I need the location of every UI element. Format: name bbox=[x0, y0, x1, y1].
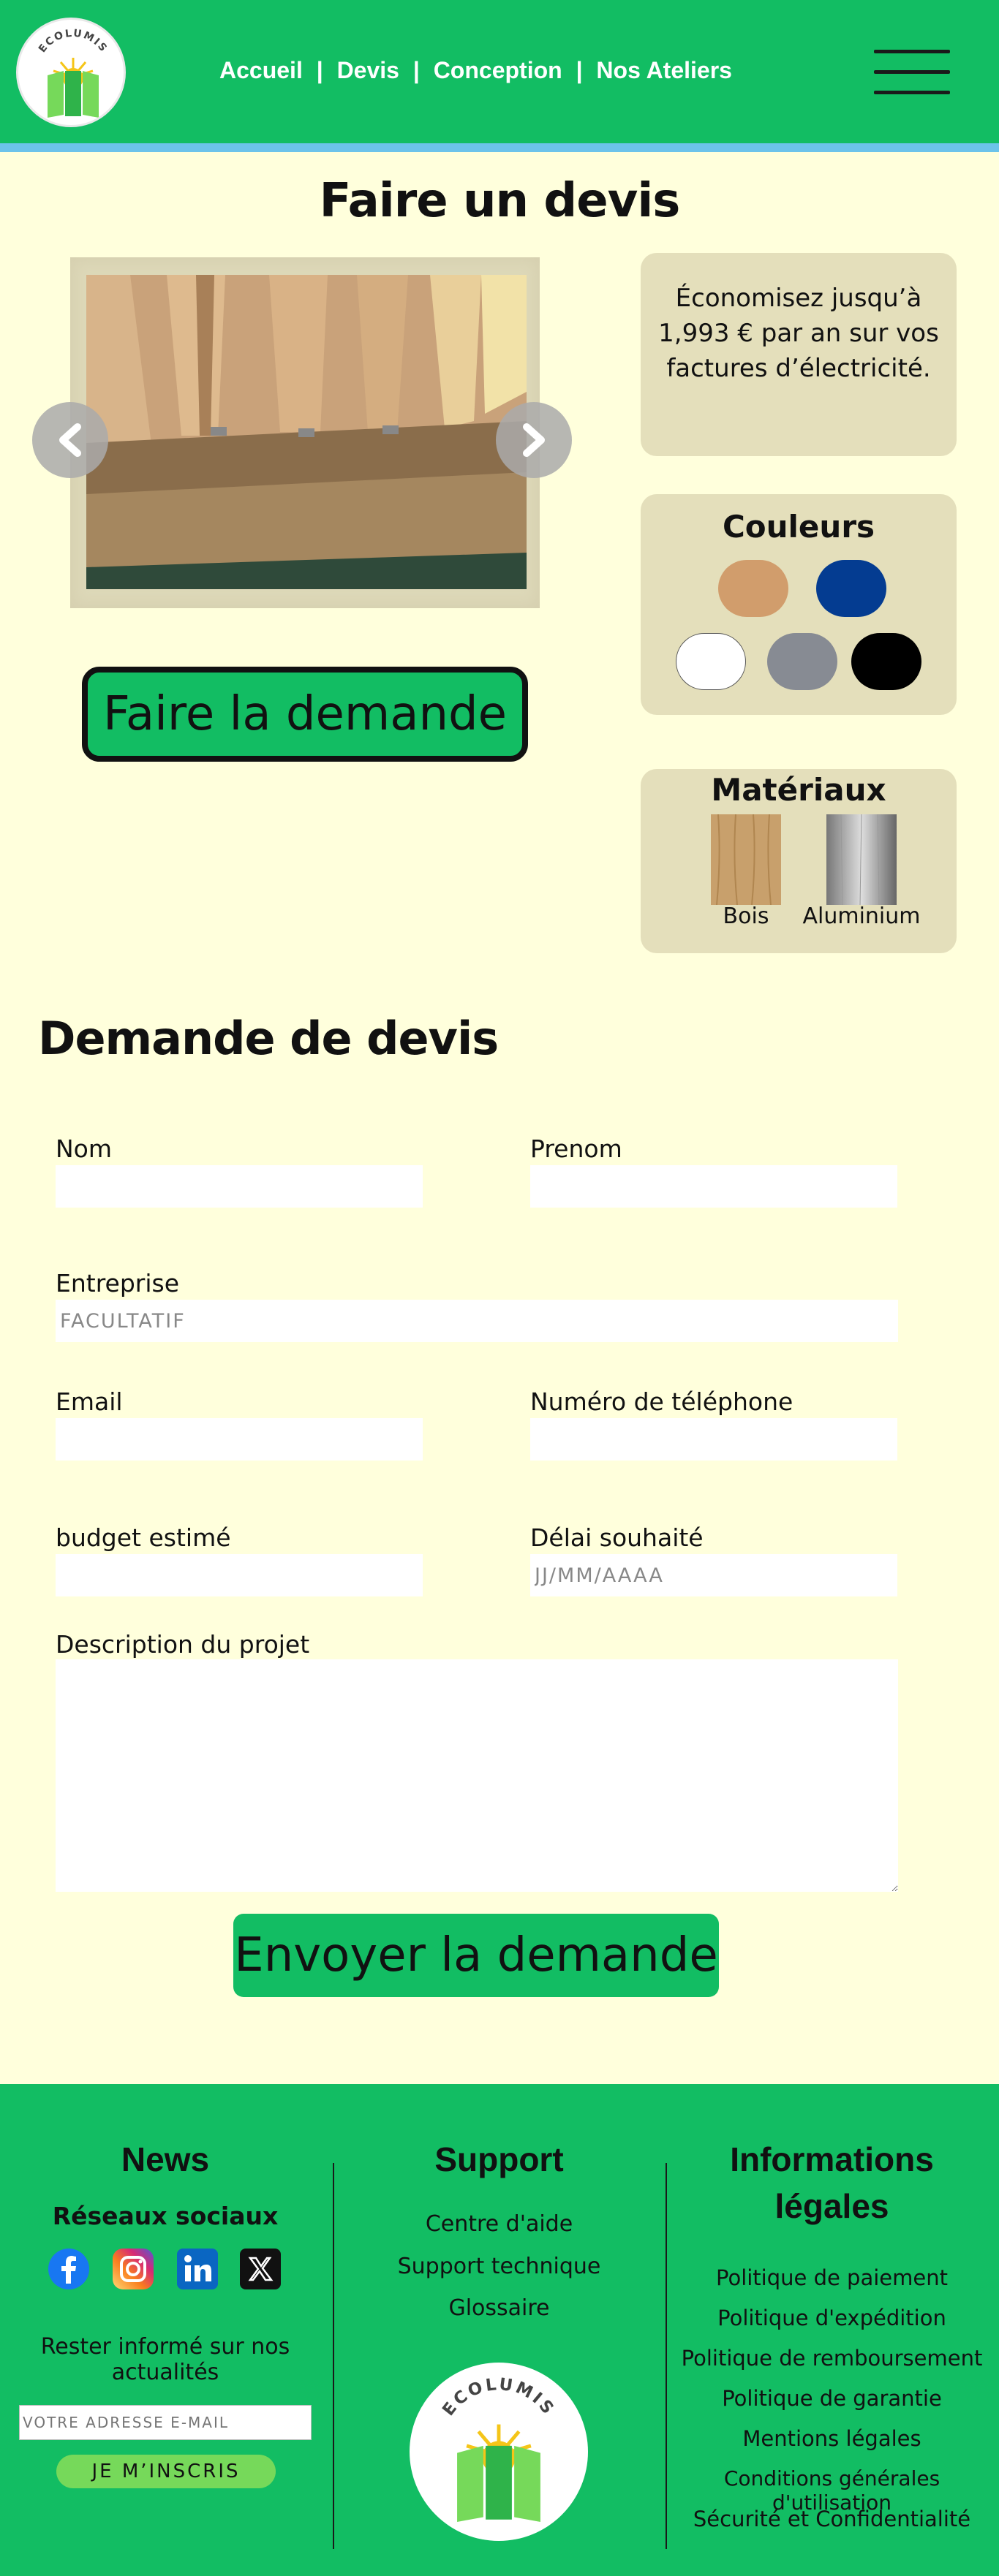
email-input[interactable] bbox=[56, 1418, 423, 1461]
telephone-label: Numéro de téléphone bbox=[530, 1387, 793, 1416]
entreprise-input[interactable] bbox=[56, 1300, 898, 1342]
prenom-input[interactable] bbox=[530, 1165, 897, 1208]
color-swatch-grey[interactable] bbox=[767, 633, 837, 690]
budget-label: budget estimé bbox=[56, 1523, 231, 1552]
legal-link-refund[interactable]: Politique de remboursement bbox=[669, 2346, 995, 2371]
main-nav: Accueil | Devis | Conception | Nos Ateli… bbox=[219, 57, 732, 84]
legal-link-warranty[interactable]: Politique de garantie bbox=[669, 2386, 995, 2411]
entreprise-label: Entreprise bbox=[56, 1269, 180, 1298]
legal-title-line1: Informations bbox=[730, 2140, 934, 2178]
linkedin-icon[interactable] bbox=[176, 2247, 219, 2291]
material-wood-image[interactable] bbox=[711, 814, 781, 906]
request-quote-button[interactable]: Faire la demande bbox=[82, 667, 528, 762]
nav-accueil[interactable]: Accueil bbox=[219, 57, 303, 83]
page-title: Faire un devis bbox=[319, 174, 681, 228]
footer-ecolumis-logo[interactable]: ECOLUMIS bbox=[410, 2363, 588, 2541]
nav-separator: | bbox=[576, 57, 583, 83]
carousel-prev-button[interactable] bbox=[32, 402, 108, 478]
ecolumis-logo[interactable]: ECOLUMIS bbox=[16, 18, 126, 127]
legal-link-security[interactable]: Sécurité et Confidentialité bbox=[669, 2507, 995, 2531]
legal-title-line2: légales bbox=[774, 2187, 889, 2225]
budget-input[interactable] bbox=[56, 1554, 423, 1596]
news-title: News bbox=[121, 2140, 210, 2178]
hamburger-menu-icon[interactable] bbox=[874, 50, 950, 95]
delai-label: Délai souhaité bbox=[530, 1523, 704, 1552]
legal-link-payment[interactable]: Politique de paiement bbox=[669, 2265, 995, 2290]
form-title: Demande de devis bbox=[38, 1012, 499, 1065]
header-stripe bbox=[0, 143, 999, 152]
instagram-icon[interactable] bbox=[111, 2247, 155, 2291]
svg-text:ECOLUMIS: ECOLUMIS bbox=[37, 28, 110, 55]
colors-title: Couleurs bbox=[722, 509, 875, 545]
newsletter-subscribe-button[interactable]: JE M’INSCRIS bbox=[56, 2455, 276, 2488]
material-aluminium-image[interactable] bbox=[826, 814, 897, 906]
savings-text: Économisez jusqu’à 1,993 € par an sur vo… bbox=[658, 284, 939, 383]
nav-devis[interactable]: Devis bbox=[337, 57, 399, 83]
social-title: Réseaux sociaux bbox=[52, 2202, 279, 2230]
savings-card: Économisez jusqu’à 1,993 € par an sur vo… bbox=[641, 253, 957, 456]
color-swatch-blue[interactable] bbox=[816, 560, 886, 617]
nav-conception[interactable]: Conception bbox=[434, 57, 562, 83]
svg-text:ECOLUMIS: ECOLUMIS bbox=[439, 2375, 559, 2420]
newsletter-email-input[interactable] bbox=[19, 2405, 312, 2440]
color-swatch-black[interactable] bbox=[851, 633, 921, 690]
footer-divider bbox=[333, 2163, 334, 2549]
delai-input[interactable] bbox=[530, 1554, 897, 1596]
submit-button[interactable]: Envoyer la demande bbox=[233, 1914, 719, 1997]
materials-title: Matériaux bbox=[711, 772, 886, 808]
chevron-right-icon bbox=[523, 423, 545, 457]
support-title: Support bbox=[434, 2140, 564, 2178]
colors-card: Couleurs bbox=[641, 494, 957, 715]
carousel-image bbox=[86, 275, 527, 589]
email-label: Email bbox=[56, 1387, 123, 1416]
color-swatch-white[interactable] bbox=[676, 633, 746, 690]
nav-nos-ateliers[interactable]: Nos Ateliers bbox=[596, 57, 732, 83]
description-textarea[interactable] bbox=[56, 1659, 898, 1892]
materials-card: Matériaux Bois Aluminium bbox=[641, 769, 957, 953]
legal-link-shipping[interactable]: Politique d'expédition bbox=[669, 2306, 995, 2330]
nom-input[interactable] bbox=[56, 1165, 423, 1208]
carousel-next-button[interactable] bbox=[496, 402, 572, 478]
support-link-technical[interactable]: Support technique bbox=[336, 2254, 662, 2279]
material-aluminium-label: Aluminium bbox=[802, 904, 921, 929]
newsletter-text: Rester informé sur nos actualités bbox=[40, 2334, 290, 2385]
prenom-label: Prenom bbox=[530, 1134, 622, 1163]
image-carousel bbox=[70, 257, 540, 608]
nav-separator: | bbox=[316, 57, 323, 83]
facebook-icon[interactable] bbox=[47, 2247, 91, 2291]
legal-link-mentions[interactable]: Mentions légales bbox=[669, 2426, 995, 2451]
x-icon[interactable] bbox=[238, 2247, 282, 2291]
support-link-help-center[interactable]: Centre d'aide bbox=[336, 2211, 662, 2237]
chevron-left-icon bbox=[59, 423, 81, 457]
nom-label: Nom bbox=[56, 1134, 113, 1163]
nav-separator: | bbox=[412, 57, 420, 83]
material-wood-label: Bois bbox=[723, 904, 769, 929]
support-link-glossary[interactable]: Glossaire bbox=[336, 2295, 662, 2321]
color-swatch-tan[interactable] bbox=[718, 560, 788, 617]
telephone-input[interactable] bbox=[530, 1418, 897, 1461]
description-label: Description du projet bbox=[56, 1630, 310, 1659]
